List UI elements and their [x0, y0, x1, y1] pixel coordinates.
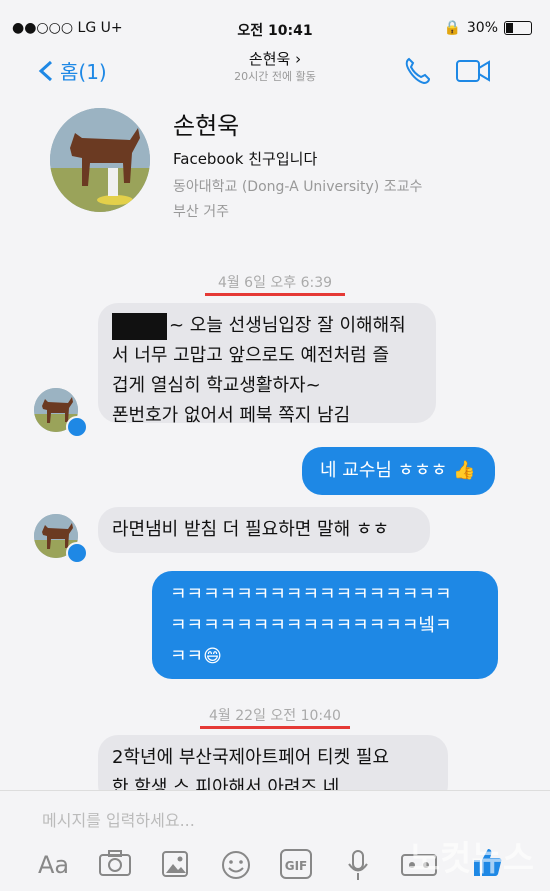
dog-sculpture-image: [50, 108, 150, 212]
battery-percent: 30%: [466, 20, 498, 36]
message-line: 겁게 열심히 학교생활하자~: [112, 375, 321, 396]
chat-header: 홈(1) 손현욱 › 20시간 전에 활동: [0, 42, 550, 94]
battery-indicator: 🔒 30%: [443, 20, 532, 36]
redaction-box: [112, 312, 167, 340]
gallery-icon[interactable]: [160, 849, 192, 881]
gif-button[interactable]: GIF: [280, 849, 312, 879]
red-underline: [200, 726, 350, 729]
outgoing-message[interactable]: ㅋㅋㅋㅋㅋㅋㅋㅋㅋㅋㅋㅋㅋㅋㅋㅋㅋ ㅋㅋㅋㅋㅋㅋㅋㅋㅋㅋㅋㅋㅋㅋㅋ넼ㅋ ㅋㅋ😄: [152, 571, 498, 679]
profile-name: 손현욱: [173, 112, 240, 140]
messenger-badge-icon: [66, 542, 88, 564]
laughing-emoji-icon: 😄: [203, 646, 222, 667]
microphone-icon[interactable]: [346, 849, 370, 883]
incoming-message[interactable]: 라면냄비 받침 더 필요하면 말해 ㅎㅎ: [98, 507, 430, 553]
profile-photo[interactable]: [50, 108, 150, 212]
outgoing-message[interactable]: 네 교수님 ㅎㅎㅎ 👍: [302, 447, 495, 495]
timestamp: 4월 6일 오후 6:39: [205, 272, 345, 296]
incoming-message[interactable]: ~ 오늘 선생님입장 잘 이해해줘 서 너무 고맙고 앞으로도 예전처럼 즐 겁…: [98, 303, 436, 426]
message-line: ㅋㅋㅋㅋㅋㅋㅋㅋㅋㅋㅋㅋㅋㅋㅋ넼ㅋ: [170, 615, 452, 636]
text-format-button[interactable]: Aa: [38, 851, 69, 879]
timestamp-label: 4월 6일 오후 6:39: [217, 275, 333, 291]
message-line: ~ 오늘 선생님입장 잘 이해해줘: [112, 311, 422, 341]
video-call-icon[interactable]: [455, 58, 491, 84]
message-line: ㅋㅋㅋㅋㅋㅋㅋㅋㅋㅋㅋㅋㅋㅋㅋㅋㅋ: [170, 584, 452, 605]
message-input[interactable]: 메시지를 입력하세요...: [42, 807, 195, 831]
news-watermark: 노컷뉴스: [408, 839, 534, 879]
red-underline: [205, 293, 345, 296]
message-line: 2학년에 부산국제아트페어 티켓 필요: [112, 747, 390, 768]
phone-icon[interactable]: [402, 56, 432, 86]
message-text: 네 교수님 ㅎㅎㅎ: [320, 460, 448, 481]
profile-friend-status: Facebook 친구입니다: [173, 150, 318, 168]
timestamp-label: 4월 22일 오전 10:40: [209, 708, 341, 724]
message-text: 라면냄비 받침 더 필요하면 말해 ㅎㅎ: [112, 519, 390, 540]
message-line: 서 너무 고맙고 앞으로도 예전처럼 즐: [112, 345, 390, 366]
battery-icon: [504, 21, 532, 35]
lock-icon: 🔒: [443, 20, 461, 36]
profile-school: 동아대학교 (Dong-A University) 조교수: [173, 179, 423, 195]
timestamp: 4월 22일 오전 10:40: [200, 705, 350, 729]
messenger-badge-icon: [66, 416, 88, 438]
thumbs-up-emoji-icon: 👍: [453, 460, 476, 481]
message-line: 폰번호가 없어서 페북 쪽지 남김: [112, 405, 351, 426]
message-line: ㅋㅋ😄: [170, 646, 222, 667]
camera-icon[interactable]: [98, 849, 132, 877]
emoji-icon[interactable]: [220, 849, 252, 881]
profile-location: 부산 거주: [173, 204, 229, 220]
status-bar: ●●○○○ LG U+ 오전 10:41 🔒 30%: [0, 0, 550, 40]
